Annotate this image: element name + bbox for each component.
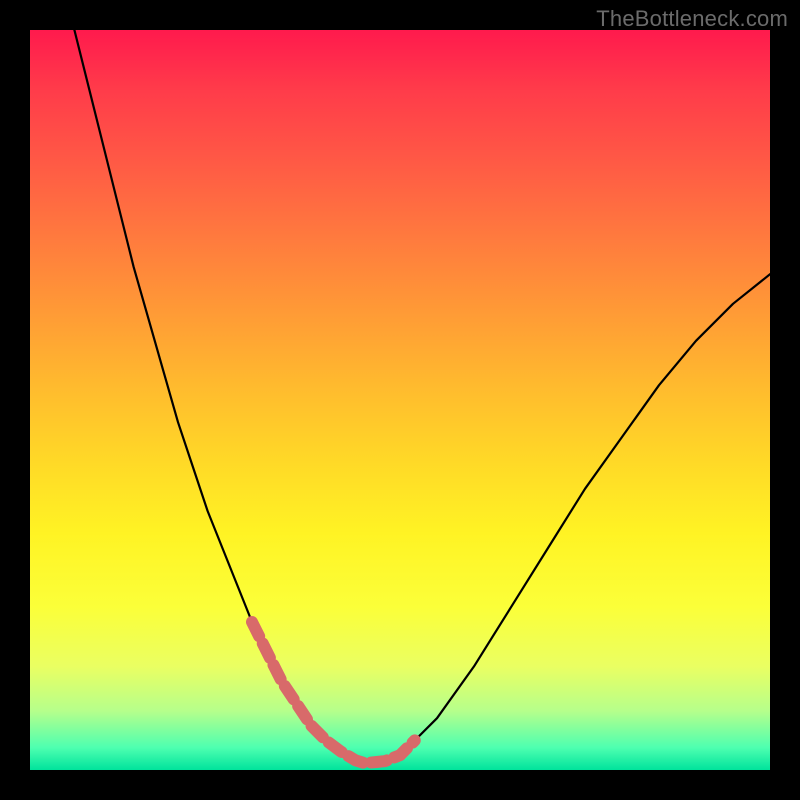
plot-area [30,30,770,770]
attribution-text: TheBottleneck.com [596,6,788,32]
curve-layer [30,30,770,770]
bottleneck-curve [74,30,770,763]
chart-stage: TheBottleneck.com [0,0,800,800]
bottleneck-curve-highlight [252,622,415,763]
